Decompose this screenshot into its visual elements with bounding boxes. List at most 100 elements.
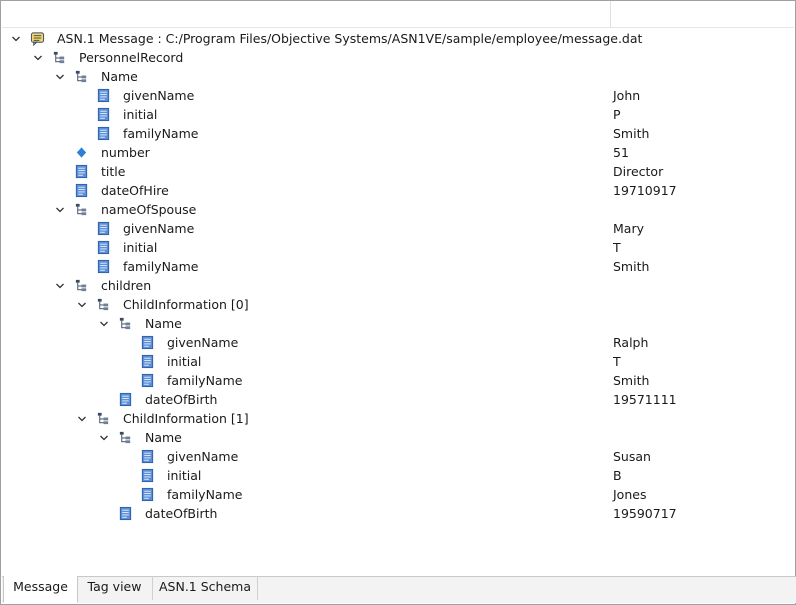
tree-row-value: 19571111	[613, 392, 677, 407]
tree-row-value: 19590717	[613, 506, 677, 521]
tree-row-value: Mary	[613, 221, 644, 236]
chevron-down-icon[interactable]	[97, 314, 111, 333]
tree-row[interactable]: dateOfBirth 19590717	[1, 504, 795, 523]
bottom-tab-bar: Message Tag view ASN.1 Schema	[2, 576, 796, 603]
tree-row-value: Ralph	[613, 335, 649, 350]
tree-row-label: familyName	[123, 259, 199, 274]
string-field-icon	[74, 183, 89, 198]
tree-row-value: 19710917	[613, 183, 677, 198]
tree-row-label: number	[101, 145, 150, 160]
tree-row-value: P	[613, 107, 621, 122]
chevron-down-icon[interactable]	[53, 67, 67, 86]
tree-row[interactable]: givenName Mary	[1, 219, 795, 238]
string-field-icon	[140, 354, 155, 369]
tree-row[interactable]: children	[1, 276, 795, 295]
tree-row-label: dateOfBirth	[145, 506, 218, 521]
string-field-icon	[96, 259, 111, 274]
tree-row-label: dateOfHire	[101, 183, 169, 198]
string-field-icon	[118, 506, 133, 521]
tree-row-label: dateOfBirth	[145, 392, 218, 407]
tree-row[interactable]: initial P	[1, 105, 795, 124]
tree-row[interactable]: familyName Smith	[1, 257, 795, 276]
chevron-down-icon[interactable]	[75, 409, 89, 428]
tree-row[interactable]: ASN.1 Message : C:/Program Files/Objecti…	[1, 29, 795, 48]
chevron-down-icon[interactable]	[53, 200, 67, 219]
tab-message[interactable]: Message	[3, 576, 78, 603]
tree-row-label: nameOfSpouse	[101, 202, 197, 217]
tree-row-label: ChildInformation [0]	[123, 297, 249, 312]
string-field-icon	[96, 88, 111, 103]
tree-row[interactable]: PersonnelRecord	[1, 48, 795, 67]
tree-row-label: Name	[101, 69, 138, 84]
tree-row[interactable]: givenName John	[1, 86, 795, 105]
string-field-icon	[140, 487, 155, 502]
tab-asn-1-schema[interactable]: ASN.1 Schema	[153, 576, 258, 600]
tree-row[interactable]: dateOfHire 19710917	[1, 181, 795, 200]
structure-icon	[74, 278, 89, 293]
tree-row[interactable]: number 51	[1, 143, 795, 162]
tree-row-label: ASN.1 Message : C:/Program Files/Objecti…	[57, 31, 643, 46]
tree-row[interactable]: initial T	[1, 352, 795, 371]
tree-row[interactable]: dateOfBirth 19571111	[1, 390, 795, 409]
tree-row-value: T	[613, 354, 621, 369]
structure-icon	[96, 297, 111, 312]
tree-row[interactable]: familyName Smith	[1, 124, 795, 143]
tree-row[interactable]: familyName Smith	[1, 371, 795, 390]
tree-row-label: ChildInformation [1]	[123, 411, 249, 426]
tree-row[interactable]: initial T	[1, 238, 795, 257]
tree-row-value: Susan	[613, 449, 651, 464]
tree-row-label: title	[101, 164, 126, 179]
string-field-icon	[96, 126, 111, 141]
tree-row-label: children	[101, 278, 152, 293]
string-field-icon	[96, 240, 111, 255]
tree-row-label: givenName	[123, 221, 195, 236]
tree-row-label: Name	[145, 316, 182, 331]
tree-row[interactable]: ChildInformation [1]	[1, 409, 795, 428]
chevron-down-icon[interactable]	[31, 48, 45, 67]
tree-row-label: initial	[123, 107, 158, 122]
tree-row[interactable]: Name	[1, 314, 795, 333]
tree-row[interactable]: givenName Ralph	[1, 333, 795, 352]
chevron-down-icon[interactable]	[75, 295, 89, 314]
tree-row[interactable]: givenName Susan	[1, 447, 795, 466]
tree-row[interactable]: nameOfSpouse	[1, 200, 795, 219]
structure-icon	[118, 316, 133, 331]
tree-row-value: B	[613, 468, 622, 483]
tree-row-label: familyName	[167, 487, 243, 502]
tree-row-value: John	[613, 88, 641, 103]
tree-row-label: initial	[167, 468, 202, 483]
structure-icon	[52, 50, 67, 65]
tree-row-value: Smith	[613, 259, 650, 274]
chevron-down-icon[interactable]	[53, 276, 67, 295]
string-field-icon	[140, 468, 155, 483]
tab-tag-view[interactable]: Tag view	[77, 576, 153, 600]
tree-row[interactable]: Name	[1, 67, 795, 86]
structure-icon	[74, 202, 89, 217]
tree-row-label: familyName	[123, 126, 199, 141]
tree-row[interactable]: Name	[1, 428, 795, 447]
integer-diamond-icon	[74, 145, 89, 160]
tree-row[interactable]: title Director	[1, 162, 795, 181]
tree-row[interactable]: ChildInformation [0]	[1, 295, 795, 314]
tree-row-value: Director	[613, 164, 664, 179]
tree-row-label: givenName	[167, 449, 239, 464]
string-field-icon	[118, 392, 133, 407]
tree-row-value: Smith	[613, 126, 650, 141]
structure-icon	[96, 411, 111, 426]
tree-row-value: T	[613, 240, 621, 255]
tree-row[interactable]: familyName Jones	[1, 485, 795, 504]
message-icon	[30, 31, 45, 46]
tree-row-label: givenName	[167, 335, 239, 350]
tree-row-value: Smith	[613, 373, 650, 388]
column-divider[interactable]	[610, 1, 611, 27]
tree-row-label: familyName	[167, 373, 243, 388]
chevron-down-icon[interactable]	[9, 29, 23, 48]
string-field-icon	[140, 449, 155, 464]
tree-row-label: givenName	[123, 88, 195, 103]
chevron-down-icon[interactable]	[97, 428, 111, 447]
tree-view-window: ASN.1 Message : C:/Program Files/Objecti…	[0, 0, 796, 605]
tree-row-label: initial	[123, 240, 158, 255]
structure-icon	[74, 69, 89, 84]
tree-row[interactable]: initial B	[1, 466, 795, 485]
tree-row-label: initial	[167, 354, 202, 369]
